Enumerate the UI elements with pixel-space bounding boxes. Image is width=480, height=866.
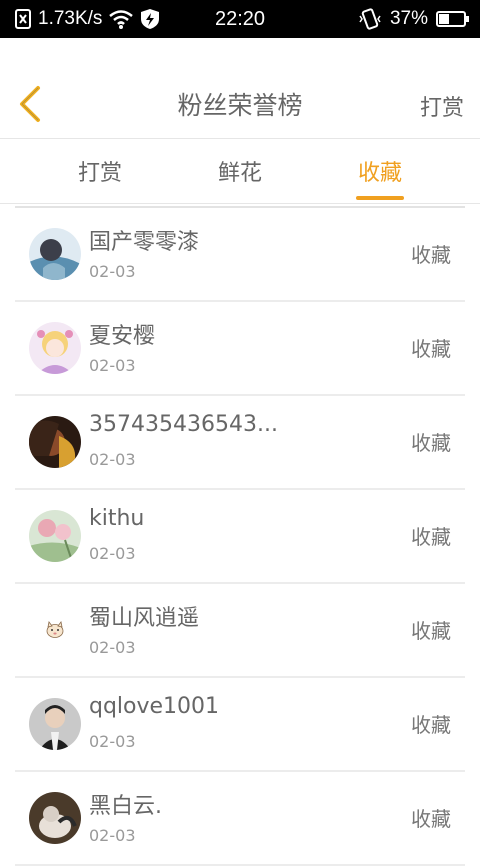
action-label: 收藏 — [411, 807, 451, 831]
user-name: kithu — [89, 506, 145, 531]
list-item[interactable]: 蜀山风逍遥 02-03 收藏 — [15, 584, 465, 678]
vibrate-icon — [358, 8, 382, 30]
battery-icon — [436, 9, 470, 29]
list-item[interactable]: kithu 02-03 收藏 — [15, 490, 465, 584]
user-name: 国产零零漆 — [89, 230, 200, 255]
date: 02-03 — [89, 450, 136, 469]
action-label: 收藏 — [411, 713, 451, 737]
action-label: 收藏 — [411, 243, 451, 267]
tab-label: 打赏 — [77, 161, 122, 186]
date: 02-03 — [89, 638, 136, 657]
tab-label: 鲜花 — [217, 161, 262, 186]
user-name: 蜀山风逍遥 — [89, 606, 200, 631]
status-bar: 1.73K/s 22:20 37% — [0, 0, 480, 38]
list-item[interactable]: 357435436543... 02-03 收藏 — [15, 396, 465, 490]
list-item[interactable]: 国产零零漆 02-03 收藏 — [15, 208, 465, 302]
tab-active-indicator — [356, 196, 404, 200]
list-item[interactable]: 夏安樱 02-03 收藏 — [15, 302, 465, 396]
status-bar-right: 37% — [358, 0, 470, 38]
header-bar: 粉丝荣誉榜 打赏 — [0, 38, 480, 139]
tab-bar: 打赏 鲜花 收藏 — [0, 139, 480, 204]
tab-favorites[interactable]: 收藏 — [340, 139, 420, 203]
user-name: 夏安樱 — [89, 324, 156, 349]
battery-percent: 37% — [389, 8, 428, 29]
list-item[interactable]: qqlove1001 02-03 收藏 — [15, 678, 465, 772]
reward-button[interactable]: 打赏 — [420, 90, 464, 122]
avatar[interactable] — [29, 792, 81, 844]
action-label: 收藏 — [411, 431, 451, 455]
date: 02-03 — [89, 732, 136, 751]
avatar[interactable] — [29, 604, 81, 656]
date: 02-03 — [89, 544, 136, 563]
action-label: 收藏 — [411, 337, 451, 361]
avatar[interactable] — [29, 416, 81, 468]
date: 02-03 — [89, 356, 136, 375]
page-title: 粉丝荣誉榜 — [177, 91, 303, 120]
tab-label: 收藏 — [357, 161, 402, 186]
avatar[interactable] — [29, 698, 81, 750]
avatar[interactable] — [29, 228, 81, 280]
action-label: 收藏 — [411, 619, 451, 643]
user-name: qqlove1001 — [89, 694, 220, 719]
list-item[interactable]: 黑白云. 02-03 收藏 — [15, 772, 465, 866]
user-name: 357435436543... — [89, 412, 278, 437]
user-name: 黑白云. — [89, 794, 162, 819]
tab-reward[interactable]: 打赏 — [60, 139, 140, 203]
date: 02-03 — [89, 826, 136, 845]
avatar[interactable] — [29, 510, 81, 562]
fan-list: 国产零零漆 02-03 收藏 夏安樱 02-03 收藏 357435436543… — [15, 208, 465, 866]
action-label: 收藏 — [411, 525, 451, 549]
date: 02-03 — [89, 262, 136, 281]
tab-flowers[interactable]: 鲜花 — [200, 139, 280, 203]
avatar[interactable] — [29, 322, 81, 374]
